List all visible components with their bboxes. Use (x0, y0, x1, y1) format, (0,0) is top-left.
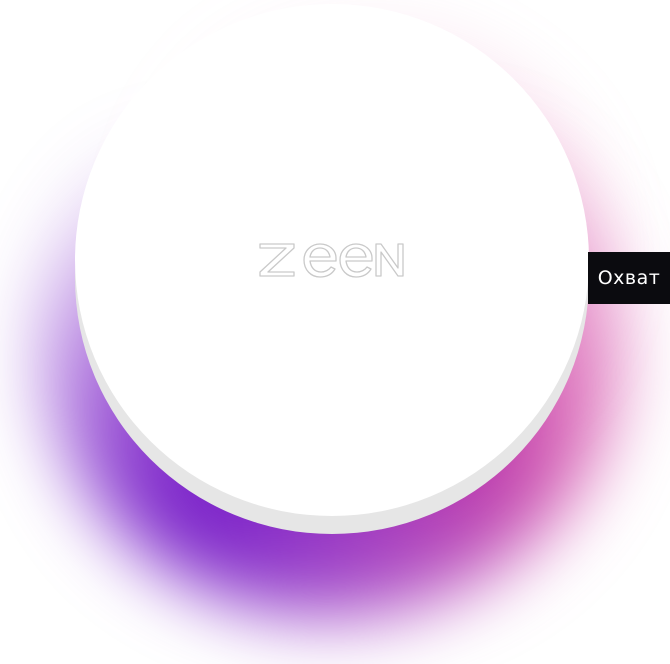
stage: Охват (0, 0, 670, 664)
zeen-logo-icon (259, 243, 404, 278)
reach-badge-button[interactable]: Охват (588, 252, 670, 304)
zeen-logo (258, 240, 406, 280)
